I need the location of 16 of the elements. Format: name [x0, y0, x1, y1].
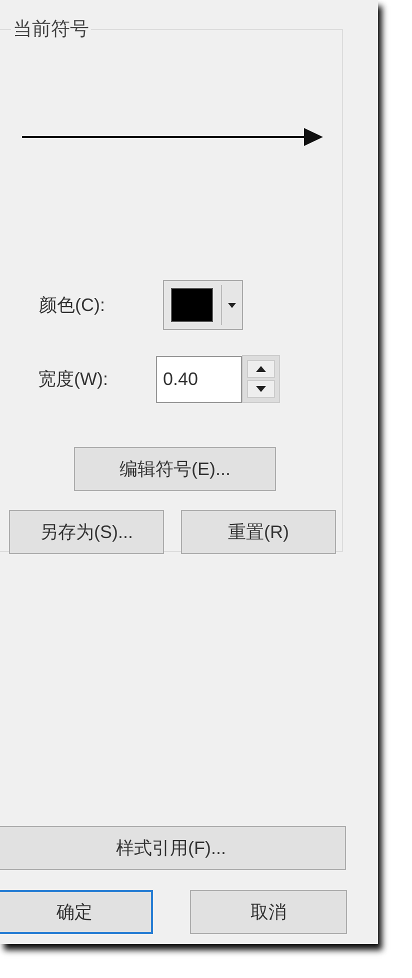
edit-symbol-button[interactable]: 编辑符号(E)... [74, 447, 276, 491]
group-title: 当前符号 [12, 18, 90, 42]
up-triangle-icon [256, 366, 266, 372]
reset-button[interactable]: 重置(R) [181, 510, 336, 554]
spin-up-button[interactable] [247, 360, 275, 378]
spin-down-button[interactable] [247, 380, 275, 398]
color-picker[interactable] [163, 280, 243, 330]
color-label: 颜色(C): [39, 294, 106, 317]
caret-icon [228, 302, 236, 308]
save-as-button[interactable]: 另存为(S)... [9, 510, 164, 554]
style-reference-button[interactable]: 样式引用(F)... [0, 826, 346, 870]
down-triangle-icon [256, 386, 266, 392]
width-field[interactable]: 0.40 [156, 356, 242, 402]
cancel-button[interactable]: 取消 [190, 890, 347, 934]
ok-button[interactable]: 确定 [0, 890, 153, 934]
width-label: 宽度(W): [38, 368, 109, 391]
